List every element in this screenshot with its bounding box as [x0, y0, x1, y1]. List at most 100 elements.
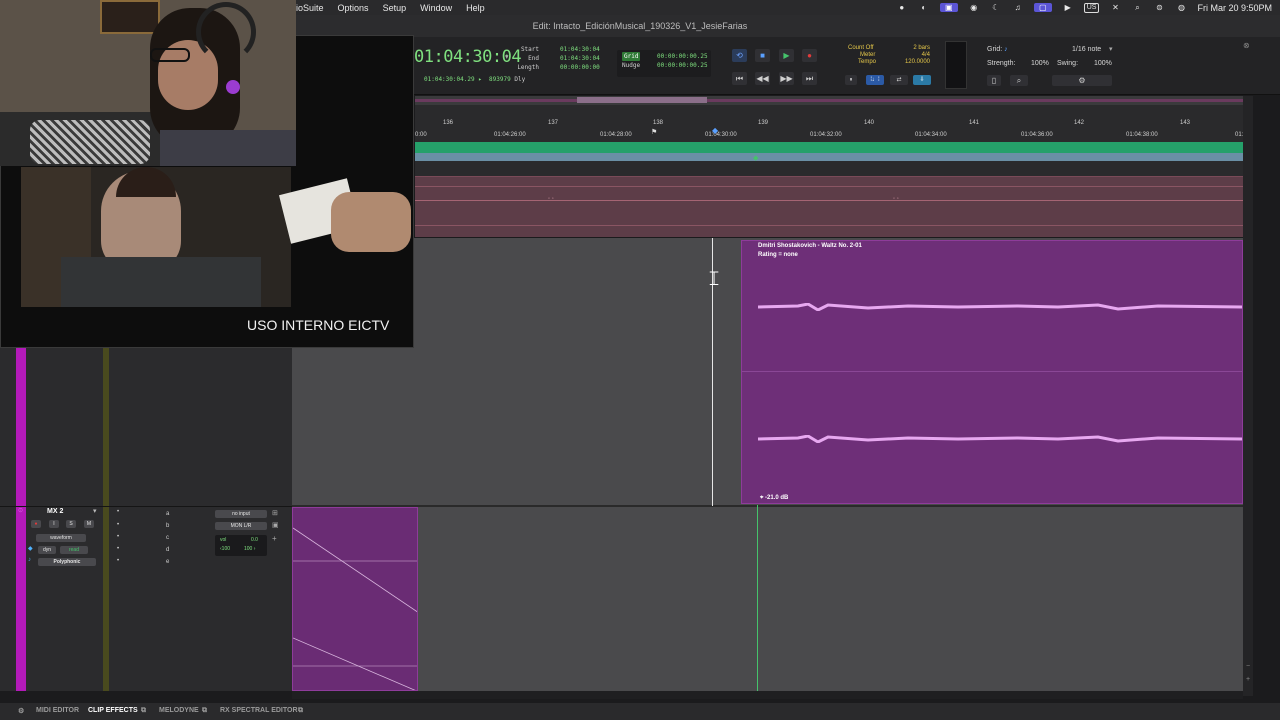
menu-setup[interactable]: Setup	[383, 3, 407, 13]
pause-icon[interactable]: ⏸	[845, 75, 857, 85]
screen-record-icon[interactable]: ◐	[918, 3, 930, 12]
track-menu-icon[interactable]: ▾	[93, 507, 97, 515]
count-off-values[interactable]: 2 bars 4/4 120.0000	[902, 45, 930, 66]
input-quantize-icon[interactable]: ▯	[987, 75, 1001, 86]
midi-merge-button[interactable]: ⁞♩⁞	[866, 75, 884, 85]
track-timebase-icon[interactable]: ♪	[28, 557, 31, 563]
headphones-icon[interactable]: ♫	[1012, 3, 1024, 12]
window-icon[interactable]: ▢	[1033, 3, 1052, 12]
toggle-icon[interactable]: ⊜	[1153, 3, 1165, 12]
automation-breakpoint[interactable]: ◦ ◦	[548, 196, 554, 202]
audio-clip-lower[interactable]	[292, 507, 418, 691]
track-record-button[interactable]: ●	[31, 520, 41, 528]
input-selector[interactable]: no input	[215, 510, 267, 518]
menu-help[interactable]: Help	[466, 3, 485, 13]
tempo-ruler[interactable]	[415, 153, 1253, 161]
wifi-off-icon[interactable]: ✕	[1109, 3, 1121, 12]
search-icon[interactable]: ⌕	[1131, 3, 1143, 12]
tab-detach-icon[interactable]: ⧉	[202, 707, 207, 715]
track-input-monitor-button[interactable]: I	[49, 520, 59, 528]
cue-flag-icon[interactable]: ⚑	[651, 128, 657, 136]
stop-button[interactable]: ■	[755, 49, 770, 62]
automation-read-button[interactable]: read	[60, 546, 88, 554]
add-send-icon[interactable]: +	[272, 534, 277, 543]
track-solo-button[interactable]: S	[66, 520, 76, 528]
strength-value[interactable]: 100%	[1031, 60, 1049, 67]
marker-icon[interactable]: ◆	[753, 154, 758, 162]
metronome-button[interactable]: ⇩	[913, 75, 931, 85]
grid-dropdown-icon[interactable]: ▾	[1109, 45, 1113, 53]
record-button[interactable]: ●	[802, 49, 817, 62]
io-expand-icon[interactable]: ▣	[272, 521, 279, 529]
selection-values[interactable]: 01:04:30:04 01:04:30:04 00:00:00:00	[560, 45, 600, 72]
track-name[interactable]: MX 2	[47, 508, 63, 515]
elastic-audio-selector[interactable]: Polyphonic	[38, 558, 96, 566]
track-meter-strip	[103, 348, 109, 691]
go-to-end-button[interactable]: ⏭	[802, 72, 817, 85]
grid-note-value[interactable]: 1/16 note	[1072, 46, 1101, 53]
zoom-out-icon[interactable]: −	[1246, 663, 1250, 670]
insert-slot-e[interactable]: e	[166, 559, 169, 565]
tab-clip-effects[interactable]: CLIP EFFECTS	[88, 707, 138, 714]
fast-forward-button[interactable]: ▶▶	[779, 72, 794, 85]
bars-beats-ruler[interactable]: 136 137 138 139 140 141 142 143	[415, 120, 1253, 130]
counter-dropdown-icon[interactable]: ▾	[505, 53, 509, 61]
automation-track[interactable]: ◦ ◦ ◦ ◦	[415, 176, 1243, 237]
io-view-icon[interactable]: ⊞	[272, 509, 278, 517]
output-selector[interactable]: MON L/R	[215, 522, 267, 530]
tab-midi-editor[interactable]: MIDI EDITOR	[36, 707, 79, 714]
track-color-strip[interactable]	[16, 348, 26, 691]
play-button[interactable]: ▶	[779, 49, 794, 62]
tab-detach-icon[interactable]: ⧉	[298, 707, 303, 715]
track-mute-button[interactable]: M	[84, 520, 94, 528]
clip-gain[interactable]: ⌖ -21.0 dB	[760, 495, 788, 502]
audio-clip-waltz[interactable]: Dmitri Shostakovich - Waltz No. 2-01 Rat…	[741, 240, 1243, 504]
menu-app[interactable]: ioSuite	[296, 3, 324, 13]
insert-slot-d[interactable]: d	[166, 547, 169, 553]
control-center-icon[interactable]: ◉	[968, 3, 980, 12]
timecode-label: 01:04:26:00	[494, 132, 526, 138]
swing-value[interactable]: 100%	[1094, 60, 1112, 67]
track-select-icon[interactable]: ⊙	[18, 507, 23, 514]
siri-icon[interactable]: ◍	[1175, 3, 1187, 12]
return-to-zero-button[interactable]: ⏮	[732, 72, 747, 85]
wait-note-button[interactable]: ⇄	[890, 75, 908, 85]
moon-icon[interactable]: ☾	[990, 3, 1002, 12]
insert-slot-b[interactable]: b	[166, 523, 169, 529]
grid-nudge-values[interactable]: 00:00:00:00.25 00:00:00:00.25	[657, 52, 708, 70]
pan-left-value[interactable]: ‹100	[220, 546, 230, 552]
timecode-label: 01:04:28:00	[600, 132, 632, 138]
tab-rx-spectral-editor[interactable]: RX SPECTRAL EDITOR	[220, 707, 298, 714]
track-view-selector[interactable]: waveform	[36, 534, 86, 542]
zoom-icon[interactable]: ⌕	[1010, 75, 1028, 86]
loop-button[interactable]: ⟲	[732, 49, 747, 62]
track-lock-icon[interactable]: ◆	[28, 545, 33, 552]
play-circle-icon[interactable]: ▶	[1062, 3, 1074, 12]
keyboard-layout-badge[interactable]: US	[1083, 2, 1100, 13]
playhead-line	[757, 505, 758, 691]
timeline-rulers[interactable]: 136 137 138 139 140 141 142 143 0:00 01:…	[415, 96, 1253, 176]
insert-slot-c[interactable]: c	[166, 535, 169, 541]
horizontal-scrollbar[interactable]	[292, 691, 1243, 699]
automation-breakpoint[interactable]: ◦ ◦	[893, 196, 899, 202]
menu-window[interactable]: Window	[420, 3, 452, 13]
rewind-button[interactable]: ◀◀	[755, 72, 770, 85]
record-dot-icon[interactable]: ●	[896, 3, 908, 12]
playhead-marker-icon[interactable]: ◆	[712, 126, 718, 135]
count-off-labels: Count Off Meter Tempo	[848, 45, 877, 65]
volume-value[interactable]: 0.0	[251, 537, 258, 543]
track-dyn-button[interactable]: dyn	[38, 546, 56, 554]
bottom-settings-icon[interactable]: ⚙	[18, 707, 24, 715]
vertical-scrollbar[interactable]	[1243, 96, 1253, 696]
screen-share-icon[interactable]: ▣	[939, 3, 958, 12]
tab-detach-icon[interactable]: ⧉	[141, 707, 146, 715]
menu-options[interactable]: Options	[338, 3, 369, 13]
pan-right-value[interactable]: 100 ›	[244, 546, 255, 552]
window-close-icon[interactable]: ⊗	[1243, 41, 1250, 50]
zoom-in-icon[interactable]: +	[1246, 676, 1250, 683]
settings-gear-icon[interactable]: ⚙	[1052, 75, 1112, 86]
overview-bar[interactable]	[415, 96, 1253, 105]
timecode-ruler[interactable]: 0:00 01:04:26:00 01:04:28:00 01:04:30:00…	[415, 132, 1253, 142]
insert-slot-a[interactable]: a	[166, 511, 169, 517]
tab-melodyne[interactable]: MELODYNE	[159, 707, 199, 714]
